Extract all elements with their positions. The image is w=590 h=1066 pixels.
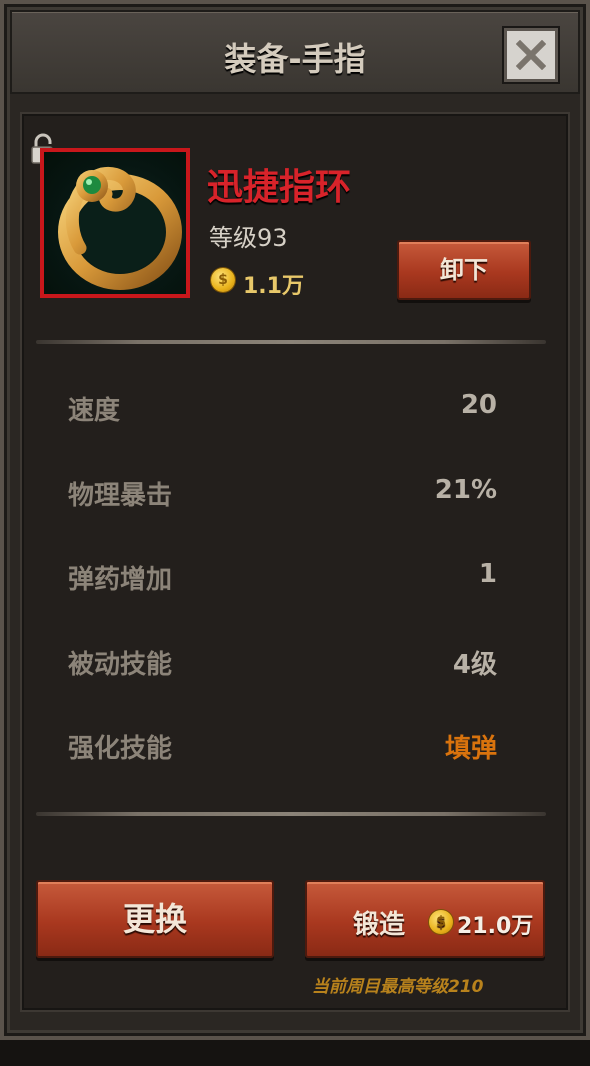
replace-button[interactable]: 更换	[36, 880, 274, 958]
coin-icon: $	[429, 910, 453, 934]
max-level-note: 当前周目最高等级210	[312, 977, 484, 997]
item-name: 迅捷指环	[207, 167, 352, 208]
dialog-title: 装备-手指	[224, 40, 366, 78]
forge-button[interactable]: 锻造 $ 21.0万	[305, 880, 545, 958]
stat-label-speed: 速度	[68, 396, 121, 426]
close-button[interactable]	[504, 28, 558, 82]
coin-icon: $	[211, 268, 235, 292]
stat-label-enhance-skill: 强化技能	[68, 734, 173, 764]
stat-value-speed: 20	[460, 390, 497, 420]
stat-label-passive-skill: 被动技能	[68, 650, 173, 680]
forge-label: 锻造	[353, 910, 406, 940]
item-price: 1.1万	[243, 274, 304, 299]
title-bar: 装备-手指	[10, 10, 580, 94]
stat-value-physical-crit: 21%	[434, 475, 497, 505]
divider-top	[36, 340, 546, 344]
unequip-button[interactable]: 卸下	[397, 240, 531, 300]
close-icon	[516, 40, 546, 70]
item-icon-frame[interactable]	[40, 148, 190, 298]
stat-value-ammo-bonus: 1	[478, 559, 497, 589]
item-level: 等级93	[209, 224, 288, 252]
stat-value-enhance-skill[interactable]: 填弹	[445, 728, 497, 765]
forge-cost: 21.0万	[457, 914, 534, 939]
stat-value-passive-skill: 4级	[452, 650, 497, 680]
stat-label-physical-crit: 物理暴击	[68, 481, 173, 511]
stat-label-ammo-bonus: 弹药增加	[68, 565, 173, 595]
ring-icon	[58, 166, 182, 290]
divider-bottom	[36, 812, 546, 816]
